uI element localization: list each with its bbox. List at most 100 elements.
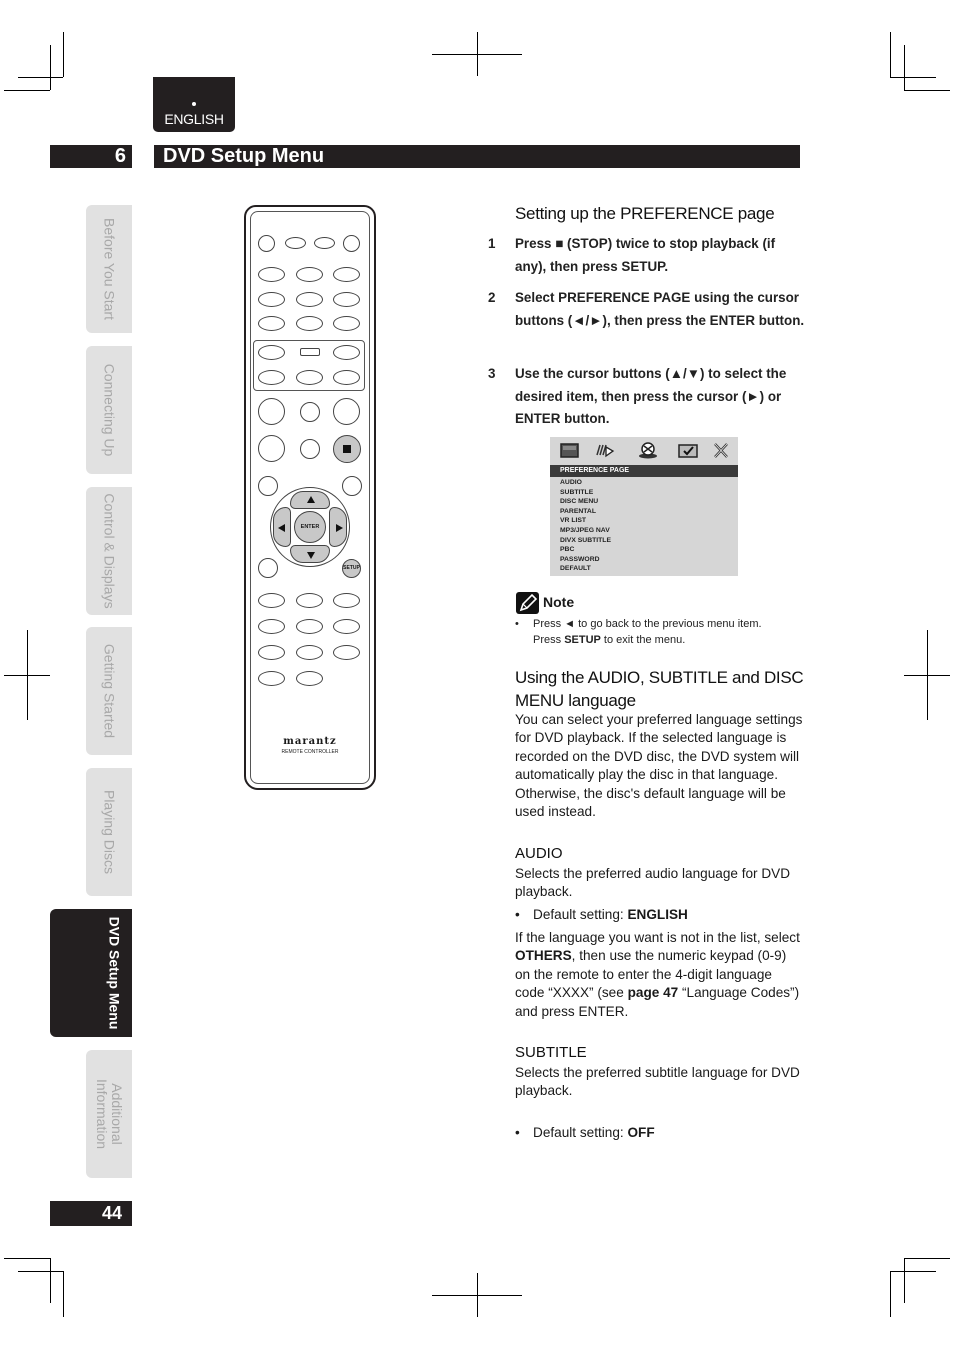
osd-item: SUBTITLE bbox=[560, 488, 594, 496]
remote-button bbox=[258, 645, 285, 660]
sidebar-tab-label: Playing Discs bbox=[101, 789, 118, 875]
step-number: 3 bbox=[488, 366, 496, 381]
sidebar-tab-connecting-up[interactable]: Connecting Up bbox=[86, 346, 132, 474]
note-pencil-icon bbox=[516, 592, 539, 614]
remote-button bbox=[333, 267, 360, 282]
remote-button bbox=[258, 558, 278, 578]
page-number: 44 bbox=[50, 1201, 132, 1226]
remote-down-button bbox=[290, 545, 330, 563]
sidebar-tab-label: Getting Started bbox=[101, 643, 118, 739]
remote-button bbox=[296, 316, 323, 331]
step-1: 1 Press ■ (STOP) twice to stop playback … bbox=[488, 233, 808, 279]
step-2: 2 Select PREFERENCE PAGE using the curso… bbox=[488, 287, 808, 355]
remote-button bbox=[333, 593, 360, 608]
remote-button bbox=[258, 435, 285, 462]
sidebar-tab-label: Connecting Up bbox=[101, 363, 118, 457]
remote-button bbox=[258, 619, 285, 634]
sidebar-tab-dvd-setup-menu[interactable]: DVD Setup Menu bbox=[50, 909, 132, 1037]
audio-default-setting: • Default setting: ENGLISH bbox=[515, 907, 688, 922]
remote-button bbox=[296, 370, 323, 385]
step-3: 3 Use the cursor buttons (▲/▼) to select… bbox=[488, 363, 808, 431]
sidebar-tab-control-displays[interactable]: Control & Displays bbox=[86, 487, 132, 615]
subtitle-heading: SUBTITLE bbox=[515, 1044, 587, 1061]
remote-button bbox=[342, 476, 362, 496]
remote-button bbox=[296, 292, 323, 307]
sidebar-tab-label-line1: Additional bbox=[109, 1083, 125, 1145]
remote-button bbox=[333, 292, 360, 307]
video-setup-icon bbox=[639, 442, 657, 459]
subtitle-description: Selects the preferred subtitle language … bbox=[515, 1065, 800, 1099]
sidebar-tab-label: DVD Setup Menu bbox=[106, 916, 123, 1030]
remote-button bbox=[258, 267, 285, 282]
remote-button bbox=[258, 345, 285, 360]
sidebar-tab-getting-started[interactable]: Getting Started bbox=[86, 627, 132, 755]
osd-item: DIVX SUBTITLE bbox=[560, 536, 611, 544]
remote-button bbox=[296, 593, 323, 608]
remote-button bbox=[258, 235, 275, 252]
sidebar-tab-label: Additional Information bbox=[94, 1078, 125, 1150]
osd-preference-menu: PREFERENCE PAGE AUDIO SUBTITLE DISC MENU… bbox=[550, 437, 738, 576]
remote-subtitle: REMOTE CONTROLLER bbox=[281, 749, 339, 755]
sidebar-tab-label-line2: Information bbox=[94, 1078, 110, 1150]
sidebar-tab-label: Before You Start bbox=[101, 218, 118, 320]
remote-button bbox=[333, 370, 360, 385]
remote-indicator bbox=[300, 348, 320, 356]
remote-button bbox=[333, 398, 360, 425]
sidebar-tab-before-you-start[interactable]: Before You Start bbox=[86, 205, 132, 333]
remote-stop-button bbox=[333, 435, 361, 463]
remote-button bbox=[296, 619, 323, 634]
language-label: ENGLISH bbox=[164, 111, 224, 127]
osd-icon-bar bbox=[550, 437, 738, 464]
note-label: Note bbox=[543, 594, 575, 610]
osd-item: PBC bbox=[560, 546, 575, 554]
preference-icon bbox=[678, 444, 698, 458]
remote-button bbox=[258, 671, 285, 686]
subtitle-default-setting: • Default setting: OFF bbox=[515, 1125, 655, 1141]
remote-button bbox=[333, 345, 360, 360]
step-text: Use the cursor buttons (▲/▼) to select t… bbox=[515, 366, 787, 426]
remote-right-button bbox=[329, 507, 347, 547]
osd-item-list: AUDIO SUBTITLE DISC MENU PARENTAL VR LIS… bbox=[560, 478, 611, 574]
language-section-heading: Using the AUDIO, SUBTITLE and DISC MENU … bbox=[515, 668, 804, 710]
remote-button bbox=[258, 398, 285, 425]
step-number: 1 bbox=[488, 236, 496, 251]
remote-button bbox=[300, 439, 320, 459]
osd-item: AUDIO bbox=[560, 479, 582, 486]
remote-button bbox=[300, 402, 320, 422]
remote-button bbox=[258, 292, 285, 307]
chapter-title: DVD Setup Menu bbox=[154, 145, 800, 168]
down-arrow-icon bbox=[307, 552, 315, 559]
page-reference-link[interactable]: page 47 bbox=[628, 985, 679, 1000]
remote-button bbox=[296, 671, 323, 686]
osd-item: MP3/JPEG NAV bbox=[560, 526, 610, 534]
left-arrow-icon bbox=[278, 524, 285, 532]
language-section-body: You can select your preferred language s… bbox=[515, 712, 803, 820]
remote-button bbox=[296, 267, 323, 282]
language-tab: ENGLISH bbox=[153, 77, 235, 132]
note-bullet: • bbox=[515, 618, 519, 630]
language-dot bbox=[192, 102, 196, 106]
remote-button bbox=[333, 645, 360, 660]
remote-button bbox=[258, 476, 278, 496]
osd-header: PREFERENCE PAGE bbox=[550, 465, 738, 477]
sidebar-tab-playing-discs[interactable]: Playing Discs bbox=[86, 768, 132, 896]
remote-button bbox=[333, 619, 360, 634]
up-arrow-icon bbox=[307, 496, 315, 503]
osd-item: VR LIST bbox=[560, 517, 587, 525]
remote-button bbox=[258, 316, 285, 331]
remote-button bbox=[333, 316, 360, 331]
stop-icon bbox=[343, 445, 351, 453]
exit-icon bbox=[714, 443, 728, 458]
remote-button bbox=[314, 237, 335, 249]
sidebar-tab-additional-information[interactable]: Additional Information bbox=[86, 1050, 132, 1178]
note-line-2: Press SETUP to exit the menu. bbox=[533, 634, 686, 646]
note-line-1: Press ◄ to go back to the previous menu … bbox=[533, 618, 762, 630]
remote-up-button bbox=[290, 491, 330, 509]
osd-item: PASSWORD bbox=[560, 555, 600, 563]
preference-heading: Setting up the PREFERENCE page bbox=[515, 204, 775, 223]
osd-item: PARENTAL bbox=[560, 507, 596, 515]
remote-button bbox=[258, 593, 285, 608]
note-text: Press ◄ to go back to the previous menu … bbox=[533, 616, 762, 648]
remote-enter-button: ENTER bbox=[294, 511, 326, 543]
audio-heading: AUDIO bbox=[515, 845, 563, 862]
